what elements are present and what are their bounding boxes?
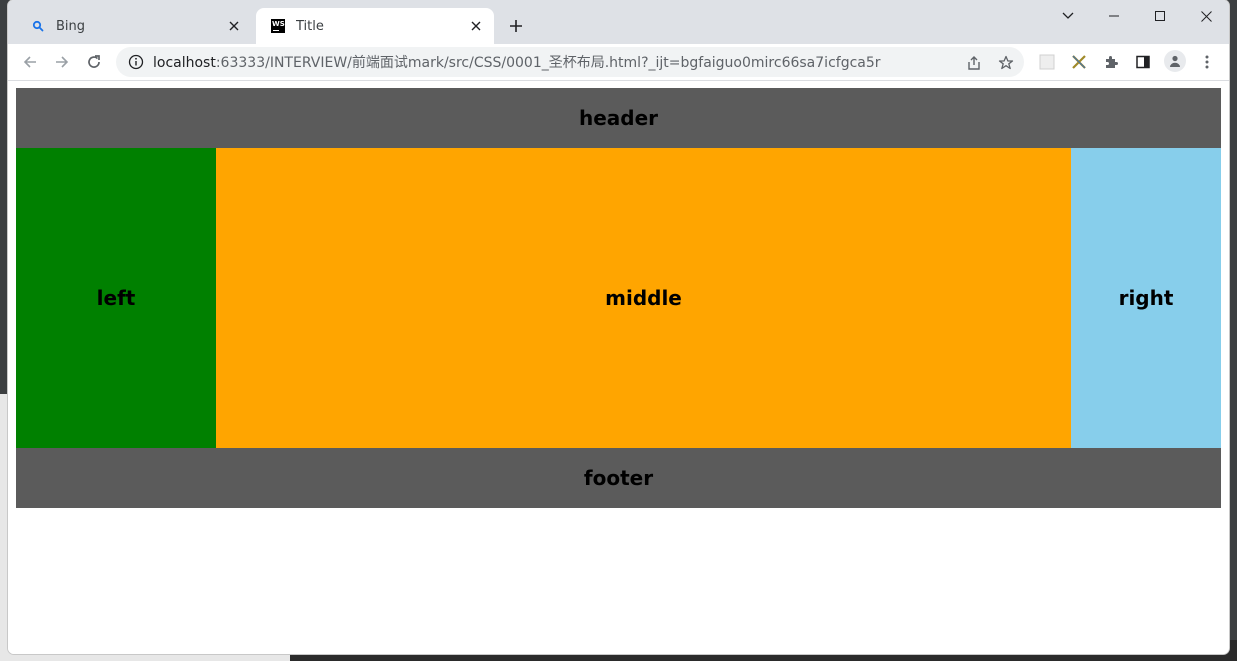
browser-window: Bing WS Title localhost:63333/INTERVIEW/…	[8, 0, 1229, 654]
back-icon[interactable]	[18, 50, 42, 74]
holy-grail-layout: header left middle right footer	[16, 88, 1221, 508]
browser-toolbar: localhost:63333/INTERVIEW/前端面试mark/src/C…	[8, 44, 1229, 81]
site-info-icon[interactable]	[128, 54, 144, 70]
header-section: header	[16, 88, 1221, 148]
page-viewport: header left middle right footer	[8, 81, 1229, 654]
bing-search-icon	[30, 18, 46, 34]
middle-column: middle	[216, 148, 1071, 448]
more-menu-icon[interactable]	[1198, 53, 1216, 71]
tab-title[interactable]: WS Title	[256, 8, 494, 44]
bookmark-star-icon[interactable]	[997, 54, 1015, 72]
new-tab-button[interactable]	[504, 14, 528, 38]
extension-placeholder-icon[interactable]	[1038, 53, 1056, 71]
tab-bing[interactable]: Bing	[16, 8, 252, 44]
close-window-icon[interactable]	[1191, 4, 1221, 28]
close-tab-icon[interactable]	[226, 18, 242, 34]
close-tab-icon[interactable]	[468, 18, 484, 34]
left-column: left	[16, 148, 216, 448]
forward-icon[interactable]	[50, 50, 74, 74]
url-text: localhost:63333/INTERVIEW/前端面试mark/src/C…	[153, 52, 881, 72]
minimize-icon[interactable]	[1099, 4, 1129, 28]
profile-avatar-icon[interactable]	[1164, 50, 1186, 72]
webstorm-icon: WS	[270, 18, 286, 34]
side-panel-icon[interactable]	[1134, 53, 1152, 71]
url-host: localhost	[153, 55, 216, 71]
share-icon[interactable]	[965, 54, 983, 72]
maximize-icon[interactable]	[1145, 4, 1175, 28]
extension-x-icon[interactable]	[1070, 53, 1088, 71]
address-bar[interactable]: localhost:63333/INTERVIEW/前端面试mark/src/C…	[116, 47, 1024, 77]
tab-search-icon[interactable]	[1053, 4, 1083, 28]
content-row: left middle right	[16, 148, 1221, 448]
reload-icon[interactable]	[82, 50, 106, 74]
extensions-puzzle-icon[interactable]	[1102, 53, 1120, 71]
url-path: :63333/INTERVIEW/前端面试mark/src/CSS/0001_圣…	[215, 55, 881, 71]
tab-strip: Bing WS Title	[8, 0, 1229, 44]
right-column: right	[1071, 148, 1221, 448]
tab-label: Title	[296, 18, 324, 34]
footer-section: footer	[16, 448, 1221, 508]
tab-label: Bing	[56, 18, 86, 34]
